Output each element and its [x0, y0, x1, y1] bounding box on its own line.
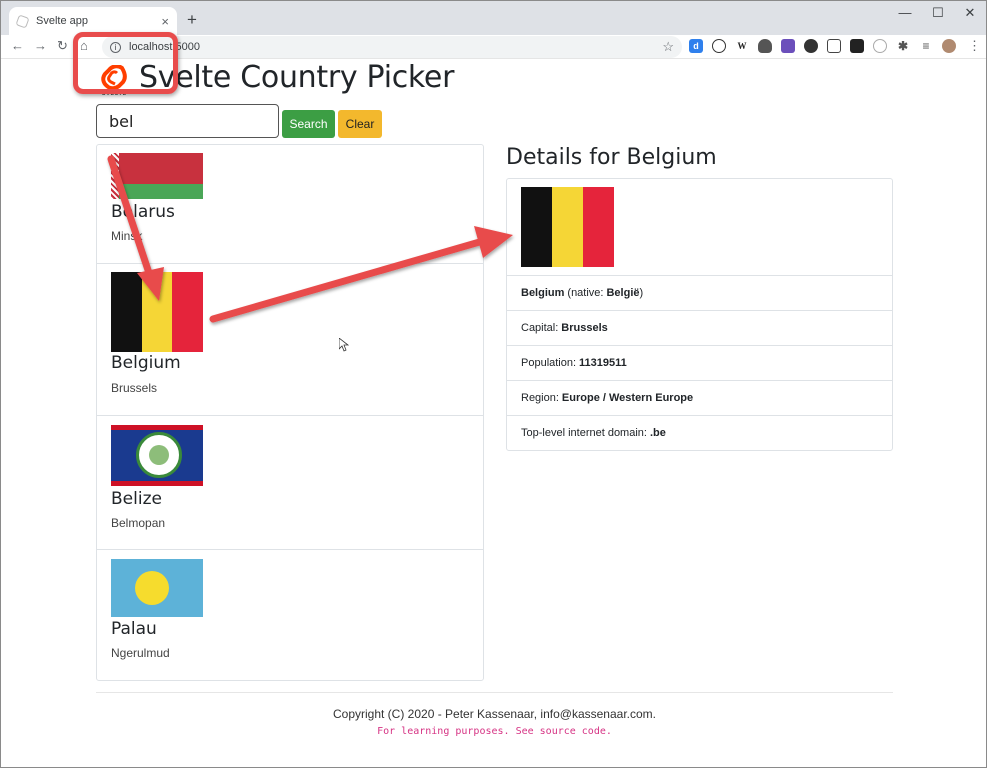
extension-d-icon[interactable]: d — [689, 39, 703, 53]
detail-domain-label: Top-level internet domain: — [521, 427, 647, 439]
bookmark-star-icon[interactable]: ☆ — [662, 39, 674, 55]
browser-tab[interactable]: Svelte app × — [9, 7, 177, 35]
country-name: Belgium — [111, 353, 181, 373]
footer-copyright: Copyright (C) 2020 - Peter Kassenaar, in… — [332, 707, 656, 721]
list-item-belize[interactable]: Belize Belmopan — [97, 416, 483, 550]
list-item-palau[interactable]: Palau Ngerulmud — [97, 550, 483, 680]
palau-flag — [111, 559, 203, 617]
country-name: Belize — [111, 489, 162, 509]
detail-row-region: Region: Europe / Western Europe — [507, 380, 892, 415]
detail-row-domain: Top-level internet domain: .be — [507, 415, 892, 450]
search-input[interactable] — [96, 104, 279, 138]
page-content: SVELTE Svelte Country Picker Search Clea… — [1, 59, 986, 767]
footer-divider — [96, 692, 893, 693]
country-list: Belarus Minsk Belgium Brussels Belize Be… — [96, 144, 484, 681]
details-title: Details for Belgium — [506, 145, 717, 170]
detail-row-name: Belgium (native: België ) — [507, 275, 892, 310]
address-bar[interactable]: i localhost:5000 ☆ — [102, 36, 682, 58]
puzzle-extension-icon[interactable] — [873, 39, 887, 53]
profile-avatar[interactable] — [942, 39, 956, 53]
detail-name: Belgium — [521, 287, 565, 299]
country-capital: Belmopan — [111, 516, 166, 530]
search-button[interactable]: Search — [282, 110, 335, 138]
belgium-flag — [111, 272, 203, 352]
clear-button[interactable]: Clear — [338, 110, 382, 138]
country-name: Palau — [111, 619, 157, 639]
detail-native-close: ) — [639, 287, 644, 299]
search-highlight-annotation — [73, 32, 178, 94]
detail-capital: Brussels — [561, 322, 608, 334]
shield-extension-icon[interactable] — [758, 39, 772, 53]
detail-region: Europe / Western Europe — [561, 392, 694, 404]
detail-population-label: Population: — [521, 357, 577, 369]
menu-icon[interactable]: ⋮ — [968, 38, 981, 54]
belarus-flag — [111, 153, 203, 199]
wikipedia-extension-icon[interactable]: W — [735, 39, 749, 53]
detail-row-population: Population: 11319511 — [507, 345, 892, 380]
country-capital: Ngerulmud — [111, 646, 170, 660]
moon-extension-icon[interactable] — [804, 39, 818, 53]
detail-capital-label: Capital: — [521, 322, 559, 334]
maximize-button[interactable]: ☐ — [923, 5, 953, 21]
close-window-button[interactable]: ✕ — [955, 5, 985, 21]
forward-icon[interactable]: → — [34, 38, 47, 53]
belize-flag — [111, 425, 203, 486]
list-item-belgium[interactable]: Belgium Brussels — [97, 264, 483, 416]
chat-extension-icon[interactable] — [712, 39, 726, 53]
country-capital: Brussels — [111, 381, 158, 395]
svelte-favicon-icon — [15, 13, 30, 29]
details-card: Belgium (native: België ) Capital: Bruss… — [506, 178, 893, 451]
detail-row-capital: Capital: Brussels — [507, 310, 892, 345]
close-tab-icon[interactable]: × — [161, 14, 169, 29]
new-tab-button[interactable]: + — [187, 10, 197, 30]
detail-population: 11319511 — [579, 357, 627, 369]
badge-extension-icon[interactable] — [781, 39, 795, 53]
list-item-belarus[interactable]: Belarus Minsk — [97, 145, 483, 264]
dark-extension-icon[interactable] — [850, 39, 864, 53]
belgium-flag-large — [521, 187, 614, 267]
detail-native-label: (native: — [567, 287, 604, 299]
tab-title: Svelte app — [36, 15, 88, 27]
detail-region-label: Region: — [521, 392, 559, 404]
screenshot-extension-icon[interactable] — [827, 39, 841, 53]
detail-native: België — [606, 287, 640, 299]
country-capital: Minsk — [111, 229, 143, 243]
reload-icon[interactable]: ↻ — [57, 38, 68, 54]
mouse-cursor-icon — [339, 338, 349, 352]
reading-list-icon[interactable]: ≡ — [919, 39, 933, 53]
footer-note: For learning purposes. See source code. — [377, 726, 612, 737]
tab-strip: Svelte app × + — ☐ ✕ — [1, 1, 986, 35]
extensions-icon[interactable]: ✱ — [896, 39, 910, 53]
back-icon[interactable]: ← — [11, 38, 24, 53]
minimize-button[interactable]: — — [890, 5, 920, 20]
country-name: Belarus — [111, 202, 175, 222]
detail-domain: .be — [649, 427, 666, 439]
browser-window: Svelte app × + — ☐ ✕ ← → ↻ ⌂ i localhost… — [0, 0, 987, 768]
page-title: Svelte Country Picker — [139, 60, 455, 95]
